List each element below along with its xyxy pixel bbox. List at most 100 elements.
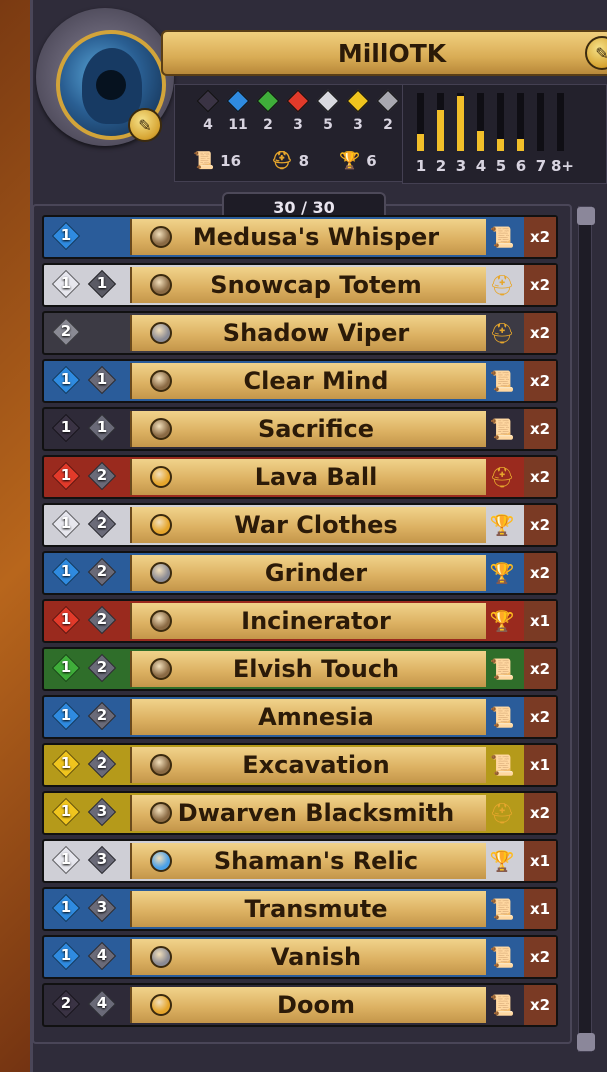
card-quantity: x2	[524, 649, 556, 689]
card-cost: 12	[44, 457, 130, 497]
rarity-icon	[150, 514, 172, 536]
card-row[interactable]: 1 3 Shaman's Relic 🏆 x1	[42, 839, 558, 883]
card-name: Snowcap Totem	[210, 271, 422, 299]
gem-icon	[316, 89, 340, 113]
mana-bar-label: 5	[495, 157, 507, 175]
scroll-icon: 📜	[489, 993, 515, 1017]
card-name-plate: Incinerator	[130, 603, 486, 639]
mana-bar	[517, 93, 524, 151]
trophy-icon: 🏆	[489, 609, 515, 633]
cost-value: 1	[60, 610, 72, 628]
gem-icon	[226, 89, 250, 113]
gem-total: 2	[376, 89, 400, 133]
scroll-up-handle[interactable]	[577, 207, 595, 225]
card-row[interactable]: 1 2 Lava Ball ⛑ x2	[42, 455, 558, 499]
card-name: War Clothes	[234, 511, 398, 539]
card-row[interactable]: 1 2 Grinder 🏆 x2	[42, 551, 558, 595]
cost-value: 1	[60, 706, 72, 724]
card-quantity: x1	[524, 601, 556, 641]
card-name-plate: Shadow Viper	[130, 315, 486, 351]
card-row[interactable]: 1 2 Elvish Touch 📜 x2	[42, 647, 558, 691]
deck-name-bar: MillOTK	[161, 30, 607, 76]
card-row[interactable]: 1 2 Excavation 📜 x1	[42, 743, 558, 787]
card-row[interactable]: 1 2 War Clothes 🏆 x2	[42, 503, 558, 547]
gem-total: 11	[226, 89, 250, 133]
gem-total: 2	[256, 89, 280, 133]
mana-bar-label: 7	[535, 157, 547, 175]
scrollbar[interactable]	[577, 206, 595, 1052]
gem-total: 3	[286, 89, 310, 133]
cost-value: 1	[60, 850, 72, 868]
card-row[interactable]: 1 Medusa's Whisper 📜 x2	[42, 215, 558, 259]
card-quantity: x2	[524, 697, 556, 737]
cost-value: 1	[60, 754, 72, 772]
rarity-icon	[150, 946, 172, 968]
card-cost: 24	[44, 985, 130, 1025]
mana-bar-fill	[457, 95, 464, 151]
rarity-icon	[150, 562, 172, 584]
card-row[interactable]: 1 2 Incinerator 🏆 x1	[42, 599, 558, 643]
gem-total: 3	[346, 89, 370, 133]
card-name: Sacrifice	[257, 415, 375, 443]
card-name-plate: Grinder	[130, 555, 486, 591]
mana-bar	[417, 93, 424, 151]
card-row[interactable]: 1 3 Transmute 📜 x1	[42, 887, 558, 931]
mana-bar-label: 6	[515, 157, 527, 175]
avatar-frame: ✎	[36, 8, 174, 146]
rarity-icon	[150, 610, 172, 632]
cost-value: 2	[96, 562, 108, 580]
card-name-plate: Lava Ball	[130, 459, 486, 495]
mana-bar-fill	[477, 130, 484, 151]
cost-value: 2	[96, 466, 108, 484]
card-quantity: x2	[524, 793, 556, 833]
scroll-icon: 📜	[489, 657, 515, 681]
card-row[interactable]: 1 1 Snowcap Totem ⛑ x2	[42, 263, 558, 307]
card-row[interactable]: 1 4 Vanish 📜 x2	[42, 935, 558, 979]
player-name: MillOTK	[337, 38, 447, 68]
mana-curve: 1 2 3 4 5 6 7 8+	[402, 84, 607, 184]
card-cost: 11	[44, 361, 130, 401]
cost-value: 3	[96, 802, 108, 820]
trophy-icon: 🏆	[339, 151, 361, 171]
cost-value: 2	[96, 754, 108, 772]
helmet-icon: ⛑	[489, 801, 515, 825]
cost-value: 2	[60, 994, 72, 1012]
card-name: Medusa's Whisper	[192, 223, 440, 251]
card-name-plate: Excavation	[130, 747, 486, 783]
card-name: Elvish Touch	[232, 655, 400, 683]
card-row[interactable]: 1 2 Amnesia 📜 x2	[42, 695, 558, 739]
rarity-icon	[150, 754, 172, 776]
card-cost: 13	[44, 889, 130, 929]
card-cost: 12	[44, 697, 130, 737]
mana-bar	[537, 93, 544, 151]
trophy-icon: 🏆	[489, 849, 515, 873]
card-cost: 12	[44, 601, 130, 641]
card-name-plate: Amnesia	[130, 699, 486, 735]
rarity-icon	[150, 850, 172, 872]
card-row[interactable]: 1 1 Clear Mind 📜 x2	[42, 359, 558, 403]
rarity-icon	[150, 418, 172, 440]
cost-value: 2	[96, 514, 108, 532]
card-name: Doom	[277, 991, 355, 1019]
card-row[interactable]: 1 3 Dwarven Blacksmith ⛑ x2	[42, 791, 558, 835]
card-count: 30 / 30	[273, 197, 335, 217]
mana-bar-fill	[437, 110, 444, 151]
card-row[interactable]: 2 4 Doom 📜 x2	[42, 983, 558, 1027]
cost-value: 1	[60, 226, 72, 244]
card-row[interactable]: 1 1 Sacrifice 📜 x2	[42, 407, 558, 451]
card-quantity: x2	[524, 937, 556, 977]
cost-value: 1	[60, 418, 72, 436]
cost-value: 3	[96, 850, 108, 868]
card-quantity: x2	[524, 313, 556, 353]
card-quantity: x2	[524, 457, 556, 497]
card-name: Excavation	[242, 751, 390, 779]
edit-avatar-button[interactable]: ✎	[128, 108, 162, 142]
card-quantity: x2	[524, 361, 556, 401]
scroll-down-handle[interactable]	[577, 1033, 595, 1051]
trophy-icon: 🏆	[489, 561, 515, 585]
card-row[interactable]: 2 Shadow Viper ⛑ x2	[42, 311, 558, 355]
card-quantity: x2	[524, 409, 556, 449]
card-name-plate: Medusa's Whisper	[130, 219, 486, 255]
card-name: Transmute	[244, 895, 388, 923]
gem-count: 2	[383, 117, 393, 133]
